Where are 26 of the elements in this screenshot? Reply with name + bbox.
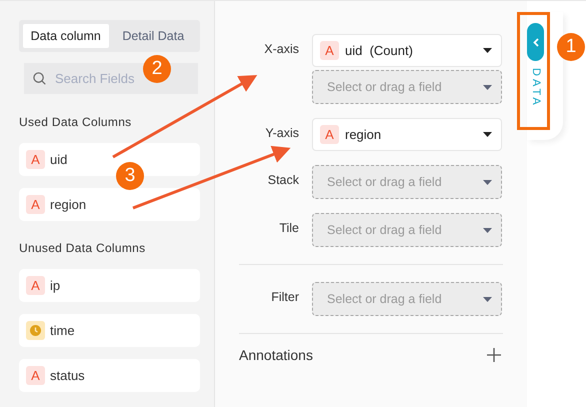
- field-value: region: [345, 127, 382, 142]
- text-type-icon: A: [26, 276, 45, 295]
- field-label: Filter: [270, 289, 299, 306]
- text-type-icon: A: [320, 41, 339, 60]
- field-name: status: [50, 368, 85, 383]
- text-type-icon: A: [26, 150, 45, 169]
- text-type-icon: A: [26, 366, 45, 385]
- field-name: time: [50, 323, 75, 338]
- field-label: Stack: [266, 172, 299, 189]
- section-heading: Used Data Columns: [19, 115, 132, 129]
- field-name: region: [50, 197, 86, 212]
- side-tab-label: DATA: [530, 68, 542, 108]
- placeholder-text: Select or drag a field: [327, 292, 443, 306]
- field-label: Y-axis: [264, 125, 299, 142]
- text-type-icon: A: [26, 195, 45, 214]
- section-heading: Unused Data Columns: [19, 241, 146, 255]
- field-label: X-axis: [263, 41, 299, 58]
- field-value: uid (Count): [345, 43, 414, 58]
- section-heading: Annotations: [239, 347, 313, 363]
- placeholder-text: Select or drag a field: [327, 80, 443, 94]
- placeholder-text: Select or drag a field: [327, 175, 443, 189]
- field-label: Tile: [278, 220, 299, 237]
- text-type-icon: A: [320, 125, 339, 144]
- field-name: uid: [50, 152, 68, 167]
- placeholder-text: Select or drag a field: [327, 223, 443, 237]
- field-name: ip: [50, 278, 60, 293]
